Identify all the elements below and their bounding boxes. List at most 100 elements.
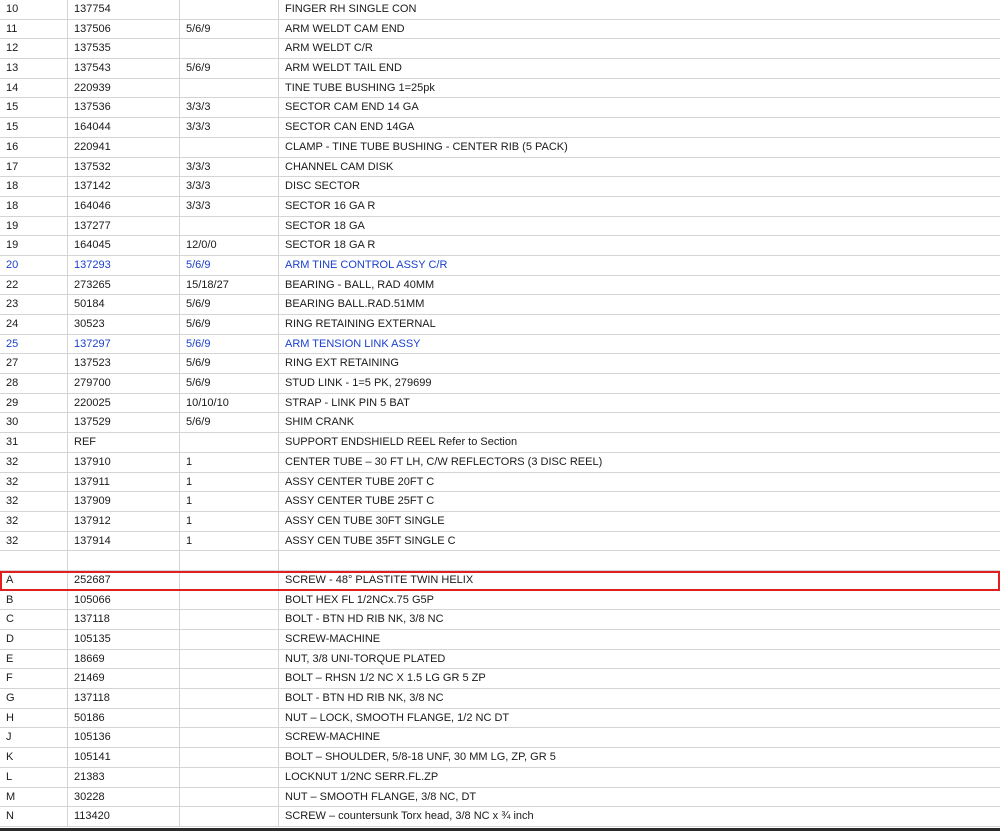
table-row[interactable]: 19 164045 12/0/0 SECTOR 18 GA R: [0, 236, 1000, 256]
table-row[interactable]: B 105066 BOLT HEX FL 1/2NCx.75 G5P: [0, 590, 1000, 611]
description-cell: STUD LINK - 1=5 PK, 279699: [285, 377, 432, 390]
ref-cell: A: [0, 570, 68, 590]
ref-cell: 23: [0, 295, 68, 314]
table-row[interactable]: 15 137536 3/3/3 SECTOR CAM END 14 GA: [0, 98, 1000, 119]
ref-cell: D: [0, 630, 68, 649]
part-number-cell: 137909: [68, 492, 180, 511]
table-row[interactable]: J 105136 SCREW-MACHINE: [0, 728, 1000, 749]
table-row[interactable]: H 50186 NUT – LOCK, SMOOTH FLANGE, 1/2 NC …: [0, 708, 1000, 729]
qty-cell: 5/6/9: [180, 354, 279, 374]
table-row[interactable]: 14 220939 TINE TUBE BUSHING 1=25pk: [0, 78, 1000, 99]
table-row[interactable]: K 105141 BOLT – SHOULDER, 5/8-18 UNF, 30 M…: [0, 748, 1000, 768]
table-row[interactable]: 24 30523 5/6/9 RING RETAINING EXTERNAL: [0, 315, 1000, 335]
qty-cell: 5/6/9: [180, 374, 279, 393]
part-number-cell: REF: [68, 433, 180, 452]
description-cell: TINE TUBE BUSHING 1=25pk: [285, 81, 435, 94]
table-row[interactable]: 20 137293 5/6/9 ARM TINE CONTROL ASSY C/R: [0, 255, 1000, 276]
table-row[interactable]: 10 137754 FINGER RH SINGLE CON: [0, 0, 1000, 20]
part-number-cell: 137912: [68, 511, 180, 531]
table-row[interactable]: 32 137909 1 ASSY CENTER TUBE 25FT C: [0, 492, 1000, 512]
qty-cell: 5/6/9: [180, 315, 279, 334]
table-row[interactable]: 32 137911 1 ASSY CENTER TUBE 20FT C: [0, 472, 1000, 493]
part-number-cell: 113420: [68, 807, 180, 826]
description-cell: ASSY CENTER TUBE 20FT C: [285, 475, 435, 488]
qty-cell: 3/3/3: [180, 157, 279, 177]
qty-cell: 1: [180, 511, 279, 531]
description-cell: BOLT - BTN HD RIB NK, 3/8 NC: [285, 613, 444, 626]
ref-cell: 24: [0, 315, 68, 334]
ref-cell: H: [0, 708, 68, 728]
qty-cell: [180, 433, 279, 452]
table-row[interactable]: M 30228 NUT – SMOOTH FLANGE, 3/8 NC, DT: [0, 787, 1000, 808]
part-number-cell: 50186: [68, 708, 180, 728]
description-cell: SECTOR 16 GA R: [285, 199, 376, 212]
description-cell: CHANNEL CAM DISK: [285, 160, 394, 173]
table-row-selected[interactable]: A 252687 SCREW - 48° PLASTITE TWIN HELIX: [0, 570, 1000, 591]
table-row[interactable]: N 113420 SCREW – countersunk Torx head, 3/…: [0, 807, 1000, 827]
table-row[interactable]: 25 137297 5/6/9 ARM TENSION LINK ASSY: [0, 334, 1000, 355]
table-row[interactable]: 29 220025 10/10/10 STRAP - LINK PIN 5 BAT: [0, 393, 1000, 414]
ref-cell: 16: [0, 137, 68, 157]
part-number-cell: 137118: [68, 689, 180, 708]
part-number-cell: 137911: [68, 472, 180, 492]
qty-cell: 3/3/3: [180, 177, 279, 196]
part-number-cell: 137543: [68, 59, 180, 78]
qty-cell: [180, 137, 279, 157]
table-row[interactable]: 11 137506 5/6/9 ARM WELDT CAM END: [0, 19, 1000, 40]
ref-cell: 22: [0, 275, 68, 295]
description-cell: ARM WELDT CAM END: [285, 22, 405, 35]
description-cell: DISC SECTOR: [285, 180, 360, 193]
description-cell: BOLT – RHSN 1/2 NC X 1.5 LG GR 5 ZP: [285, 672, 486, 685]
table-row[interactable]: 18 164046 3/3/3 SECTOR 16 GA R: [0, 196, 1000, 217]
description-cell: CENTER TUBE – 30 FT LH, C/W REFLECTORS (…: [285, 455, 603, 468]
table-row[interactable]: 32 137912 1 ASSY CEN TUBE 30FT SINGLE: [0, 511, 1000, 532]
part-number-cell: 252687: [68, 570, 180, 590]
qty-cell: 5/6/9: [180, 295, 279, 314]
table-row[interactable]: F 21469 BOLT – RHSN 1/2 NC X 1.5 LG GR 5 Z…: [0, 669, 1000, 690]
table-row[interactable]: 13 137543 5/6/9 ARM WELDT TAIL END: [0, 59, 1000, 79]
table-row[interactable]: 32 137910 1 CENTER TUBE – 30 FT LH, C/W REF…: [0, 452, 1000, 473]
part-number-cell: 105135: [68, 630, 180, 649]
description-cell: SCREW - 48° PLASTITE TWIN HELIX: [285, 573, 474, 586]
table-row[interactable]: G 137118 BOLT - BTN HD RIB NK, 3/8 NC: [0, 689, 1000, 709]
ref-cell: M: [0, 787, 68, 807]
table-row[interactable]: 19 137277 SECTOR 18 GA: [0, 216, 1000, 237]
part-number-cell: 137754: [68, 0, 180, 19]
table-row[interactable]: L 21383 LOCKNUT 1/2NC SERR.FL.ZP: [0, 767, 1000, 788]
table-row[interactable]: 18 137142 3/3/3 DISC SECTOR: [0, 177, 1000, 197]
qty-cell: 10/10/10: [180, 393, 279, 413]
table-row[interactable]: [0, 551, 1000, 571]
table-row[interactable]: 16 220941 CLAMP - TINE TUBE BUSHING - CENT…: [0, 137, 1000, 158]
qty-cell: [180, 728, 279, 748]
qty-cell: 1: [180, 472, 279, 492]
table-row[interactable]: D 105135 SCREW-MACHINE: [0, 630, 1000, 650]
qty-cell: 1: [180, 492, 279, 511]
qty-cell: 5/6/9: [180, 19, 279, 39]
qty-cell: [180, 551, 279, 570]
table-row[interactable]: 30 137529 5/6/9 SHIM CRANK: [0, 413, 1000, 434]
table-row[interactable]: 27 137523 5/6/9 RING EXT RETAINING: [0, 354, 1000, 375]
table-row[interactable]: 22 273265 15/18/27 BEARING - BALL, RAD 40MM: [0, 275, 1000, 296]
description-cell: SCREW-MACHINE: [285, 633, 381, 645]
table-row[interactable]: 32 137914 1 ASSY CEN TUBE 35FT SINGLE C: [0, 531, 1000, 552]
description-cell: BEARING BALL.RAD.51MM: [285, 298, 425, 311]
table-row[interactable]: 23 50184 5/6/9 BEARING BALL.RAD.51MM: [0, 295, 1000, 315]
description-cell: SECTOR 18 GA R: [285, 239, 376, 252]
ref-cell: B: [0, 590, 68, 610]
table-row[interactable]: 28 279700 5/6/9 STUD LINK - 1=5 PK, 279699: [0, 374, 1000, 394]
table-row[interactable]: C 137118 BOLT - BTN HD RIB NK, 3/8 NC: [0, 610, 1000, 630]
qty-cell: [180, 630, 279, 649]
table-row[interactable]: 12 137535 ARM WELDT C/R: [0, 39, 1000, 60]
table-row[interactable]: 31 REF SUPPORT ENDSHIELD REEL Refer to Sec…: [0, 433, 1000, 453]
ref-cell: 20: [0, 255, 68, 275]
qty-cell: [180, 649, 279, 669]
description-cell: RING EXT RETAINING: [285, 357, 399, 370]
ref-cell: 32: [0, 531, 68, 551]
qty-cell: [180, 39, 279, 59]
qty-cell: 15/18/27: [180, 275, 279, 295]
part-number-cell: 137293: [68, 255, 180, 275]
table-row[interactable]: 15 164044 3/3/3 SECTOR CAN END 14GA: [0, 118, 1000, 138]
table-row[interactable]: 17 137532 3/3/3 CHANNEL CAM DISK: [0, 157, 1000, 178]
table-row[interactable]: E 18669 NUT, 3/8 UNI-TORQUE PLATED: [0, 649, 1000, 670]
qty-cell: [180, 767, 279, 787]
